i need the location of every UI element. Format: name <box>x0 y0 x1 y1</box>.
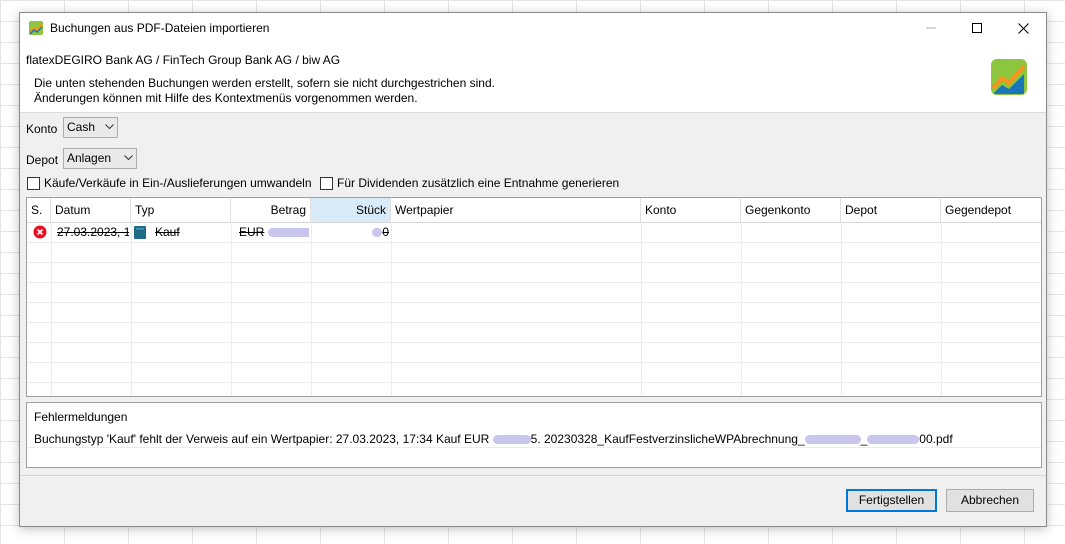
portfolio-logo-icon <box>991 59 1027 95</box>
row-betrag-currency: EUR <box>239 225 265 239</box>
table-row-empty <box>27 243 1041 263</box>
maximize-button[interactable] <box>954 13 1000 43</box>
checkbox-box[interactable] <box>320 176 333 190</box>
error-message-part-4: 00.pdf <box>919 432 953 446</box>
column-divider <box>51 222 52 396</box>
close-button[interactable] <box>1000 13 1046 43</box>
column-divider <box>941 222 942 396</box>
column-betrag[interactable]: Betrag <box>231 198 311 222</box>
error-list-divider <box>27 447 1041 448</box>
redacted-shares <box>372 228 383 238</box>
table-row-empty <box>27 263 1041 283</box>
depot-select-value: Anlagen <box>67 151 112 165</box>
maximize-icon <box>972 23 982 33</box>
redacted-amount <box>492 435 531 445</box>
row-stueck: 0 <box>367 224 389 241</box>
minimize-button[interactable] <box>908 13 954 43</box>
convert-deliveries-label: Käufe/Verkäufe in Ein-/Auslieferungen um… <box>44 176 312 190</box>
dialog-description: Die unten stehenden Buchungen werden ers… <box>34 76 495 106</box>
bank-name: flatexDEGIRO Bank AG / FinTech Group Ban… <box>26 53 341 67</box>
column-divider <box>311 222 312 396</box>
column-gegenkonto[interactable]: Gegenkonto <box>741 198 841 222</box>
table-row-empty <box>27 303 1041 323</box>
description-line-1: Die unten stehenden Buchungen werden ers… <box>34 76 495 90</box>
column-divider <box>131 222 132 396</box>
transactions-table[interactable]: S. Datum Typ Betrag Stück Wertpapier Kon… <box>26 197 1042 397</box>
error-message-part-3: _ <box>860 432 868 446</box>
row-typ: Kauf <box>155 225 180 239</box>
depot-select[interactable]: Anlagen <box>63 148 137 169</box>
chevron-down-icon <box>124 155 133 161</box>
chevron-down-icon <box>105 124 114 130</box>
row-datum: 27.03.2023, 17 <box>57 225 129 239</box>
konto-select[interactable]: Cash <box>63 117 118 138</box>
row-betrag: EUR <box>239 224 309 241</box>
column-divider <box>231 222 232 396</box>
column-stueck[interactable]: Stück <box>311 198 391 222</box>
table-header: S. Datum Typ Betrag Stück Wertpapier Kon… <box>27 198 1041 223</box>
column-divider <box>641 222 642 396</box>
row-stueck-value: 0 <box>382 225 389 239</box>
error-messages-title: Fehlermeldungen <box>34 410 128 424</box>
column-wertpapier[interactable]: Wertpapier <box>391 198 641 222</box>
convert-deliveries-checkbox[interactable]: Käufe/Verkäufe in Ein-/Auslieferungen um… <box>27 176 312 190</box>
table-row-empty <box>27 363 1041 383</box>
error-message[interactable]: Buchungstyp 'Kauf' fehlt der Verweis auf… <box>34 432 953 446</box>
column-gegendepot[interactable]: Gegendepot <box>941 198 1041 222</box>
column-typ[interactable]: Typ <box>131 198 231 222</box>
dialog-header: Buchungen aus PDF-Dateien importieren fl… <box>20 13 1046 113</box>
redacted-id <box>804 435 861 445</box>
close-icon <box>1017 22 1029 34</box>
error-message-part-1: Buchungstyp 'Kauf' fehlt der Verweis auf… <box>34 432 490 446</box>
konto-label: Konto <box>26 122 58 136</box>
security-type-icon <box>134 226 146 239</box>
column-depot[interactable]: Depot <box>841 198 941 222</box>
finish-button[interactable]: Fertigstellen <box>846 489 937 512</box>
checkbox-box[interactable] <box>27 176 40 190</box>
column-divider <box>841 222 842 396</box>
dividend-withdrawal-label: Für Dividenden zusätzlich eine Entnahme … <box>337 176 620 190</box>
error-circle-icon <box>33 225 47 239</box>
redacted-amount <box>267 228 309 238</box>
column-status[interactable]: S. <box>27 198 51 222</box>
dividend-withdrawal-checkbox[interactable]: Für Dividenden zusätzlich eine Entnahme … <box>320 176 619 190</box>
column-konto[interactable]: Konto <box>641 198 741 222</box>
minimize-icon <box>926 27 936 29</box>
error-messages-panel: Fehlermeldungen Buchungstyp 'Kauf' fehlt… <box>26 402 1042 468</box>
table-row-empty <box>27 343 1041 363</box>
column-divider <box>391 222 392 396</box>
column-datum[interactable]: Datum <box>51 198 131 222</box>
column-divider <box>741 222 742 396</box>
konto-select-value: Cash <box>67 120 96 134</box>
error-message-part-2: 5. 20230328_KaufFestverzinslicheWPAbrech… <box>530 432 805 446</box>
window-title: Buchungen aus PDF-Dateien importieren <box>50 21 270 35</box>
description-line-2: Änderungen können mit Hilfe des Kontextm… <box>34 91 418 105</box>
redacted-id <box>867 435 920 445</box>
import-dialog: Buchungen aus PDF-Dateien importieren fl… <box>19 12 1047 527</box>
depot-label: Depot <box>26 153 59 167</box>
chart-app-icon <box>29 21 43 35</box>
title-bar[interactable]: Buchungen aus PDF-Dateien importieren <box>20 13 1046 43</box>
footer-divider <box>20 475 1046 476</box>
table-row-empty <box>27 323 1041 343</box>
table-row-empty <box>27 283 1041 303</box>
cancel-button[interactable]: Abbrechen <box>946 489 1034 512</box>
